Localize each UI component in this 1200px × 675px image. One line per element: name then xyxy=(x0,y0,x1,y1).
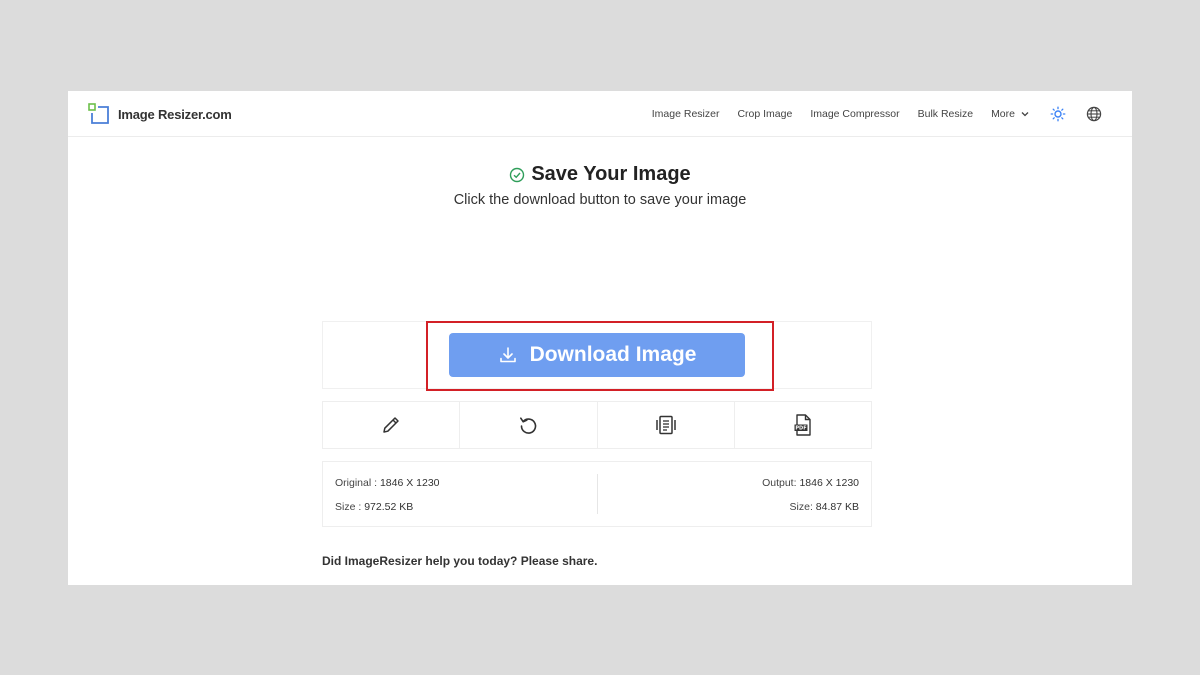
nav-image-resizer[interactable]: Image Resizer xyxy=(652,108,720,120)
pdf-tool-button[interactable]: PDF xyxy=(735,402,871,448)
page-card: Image Resizer.com Image Resizer Crop Ima… xyxy=(68,91,1132,585)
page-heading: Save Your Image xyxy=(68,163,1132,186)
site-header: Image Resizer.com Image Resizer Crop Ima… xyxy=(68,91,1132,137)
nav-more[interactable]: More xyxy=(991,108,1030,120)
highlight-box xyxy=(426,321,774,391)
info-divider xyxy=(597,474,598,514)
output-size: Size: 84.87 KB xyxy=(789,501,859,513)
sun-icon[interactable] xyxy=(1050,106,1066,122)
top-nav: Image Resizer Crop Image Image Compresso… xyxy=(634,91,1102,137)
chevron-down-icon xyxy=(1021,112,1029,117)
pencil-icon xyxy=(383,417,399,433)
check-circle-icon xyxy=(510,167,525,182)
pdf-icon: PDF xyxy=(794,414,811,436)
original-size: Size : 972.52 KB xyxy=(335,501,414,513)
logo[interactable]: Image Resizer.com xyxy=(88,103,232,125)
logo-text: Image Resizer.com xyxy=(118,106,232,122)
page-subtitle: Click the download button to save your i… xyxy=(453,192,747,208)
svg-text:PDF: PDF xyxy=(795,426,806,432)
original-dimensions: Original : 1846 X 1230 xyxy=(335,477,440,489)
output-dimensions: Output: 1846 X 1230 xyxy=(762,477,859,489)
reset-tool-button[interactable] xyxy=(460,402,598,448)
nav-crop-image[interactable]: Crop Image xyxy=(737,108,792,120)
share-prompt: Did ImageResizer help you today? Please … xyxy=(322,554,598,568)
nav-image-compressor[interactable]: Image Compressor xyxy=(810,108,899,120)
globe-icon[interactable] xyxy=(1086,106,1102,122)
logo-icon xyxy=(88,103,110,125)
compress-tool-button[interactable] xyxy=(598,402,735,448)
undo-icon xyxy=(520,417,537,434)
nav-more-label: More xyxy=(991,108,1015,120)
edit-tool-button[interactable] xyxy=(323,402,461,448)
nav-bulk-resize[interactable]: Bulk Resize xyxy=(918,108,973,120)
tools-row: PDF xyxy=(322,401,872,449)
compress-icon xyxy=(655,415,676,435)
image-info-panel: Original : 1846 X 1230 Size : 972.52 KB … xyxy=(322,461,872,527)
page-title: Save Your Image xyxy=(531,163,691,185)
